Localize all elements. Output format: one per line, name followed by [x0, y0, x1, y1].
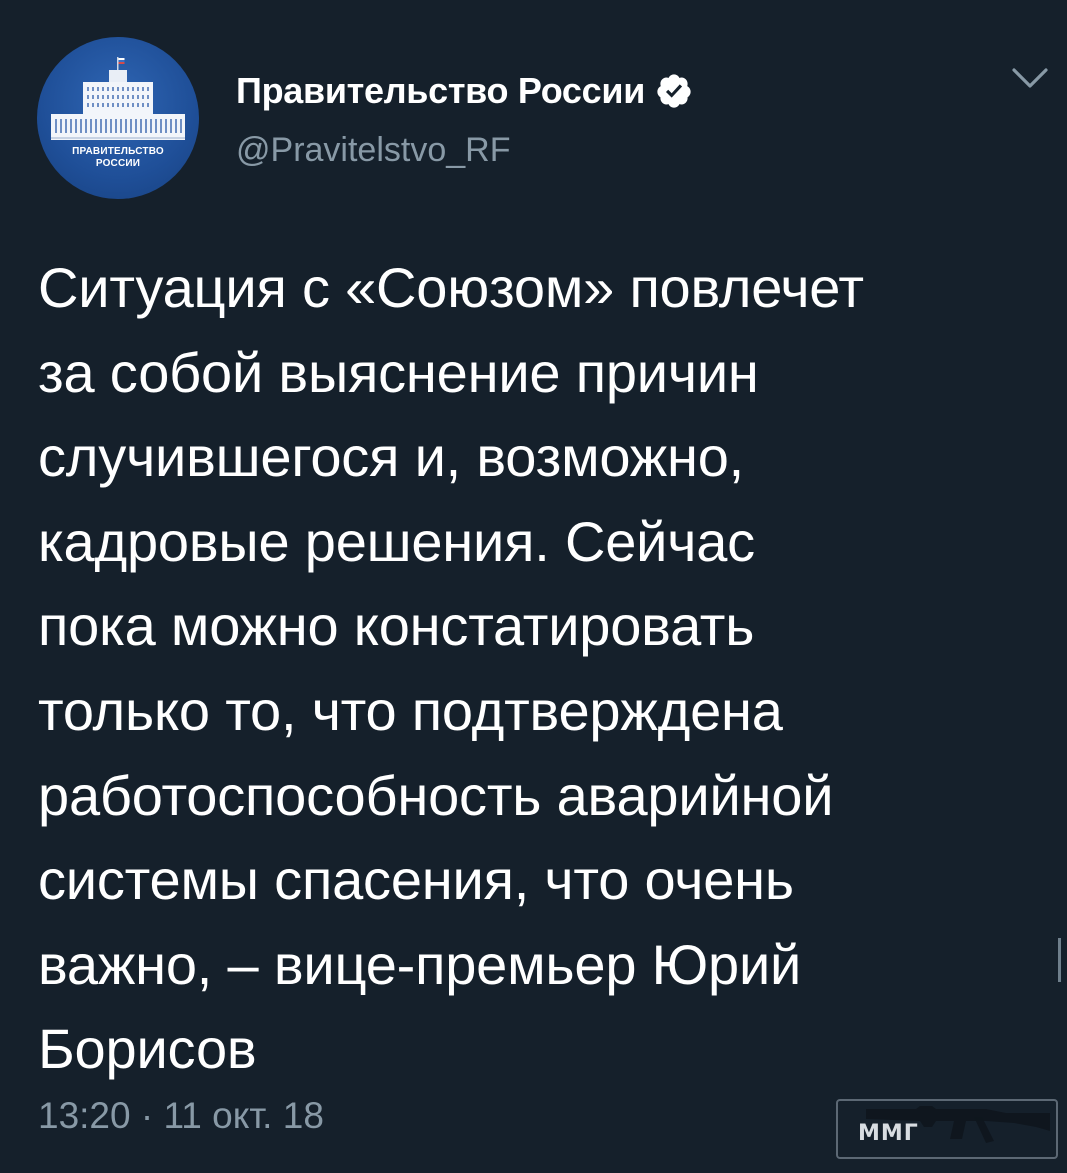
author-avatar[interactable]: ПРАВИТЕЛЬСТВО РОССИИ: [37, 37, 199, 199]
verified-badge-icon: [657, 74, 691, 108]
avatar-caption-line-2: РОССИИ: [95, 158, 141, 169]
tweet-text: Ситуация с «Союзом» повлечет за собой вы…: [38, 256, 864, 1081]
author-handle[interactable]: @Pravitelstvo_RF: [236, 131, 510, 170]
author-display-name[interactable]: Правительство России: [236, 70, 645, 112]
avatar-caption-line-1: ПРАВИТЕЛЬСТВО: [72, 146, 164, 157]
scroll-indicator: [1058, 938, 1061, 982]
government-building-icon: [51, 57, 185, 140]
watermark-label: ММГ: [858, 1121, 919, 1146]
tweet-card: ПРАВИТЕЛЬСТВО РОССИИ Правительство Росси…: [0, 0, 1067, 1173]
chevron-down-icon[interactable]: [1010, 64, 1050, 94]
site-watermark: ММГ: [836, 1097, 1058, 1161]
tweet-timestamp[interactable]: 13:20 · 11 окт. 18: [38, 1095, 324, 1137]
author-name-row[interactable]: Правительство России: [236, 68, 693, 114]
